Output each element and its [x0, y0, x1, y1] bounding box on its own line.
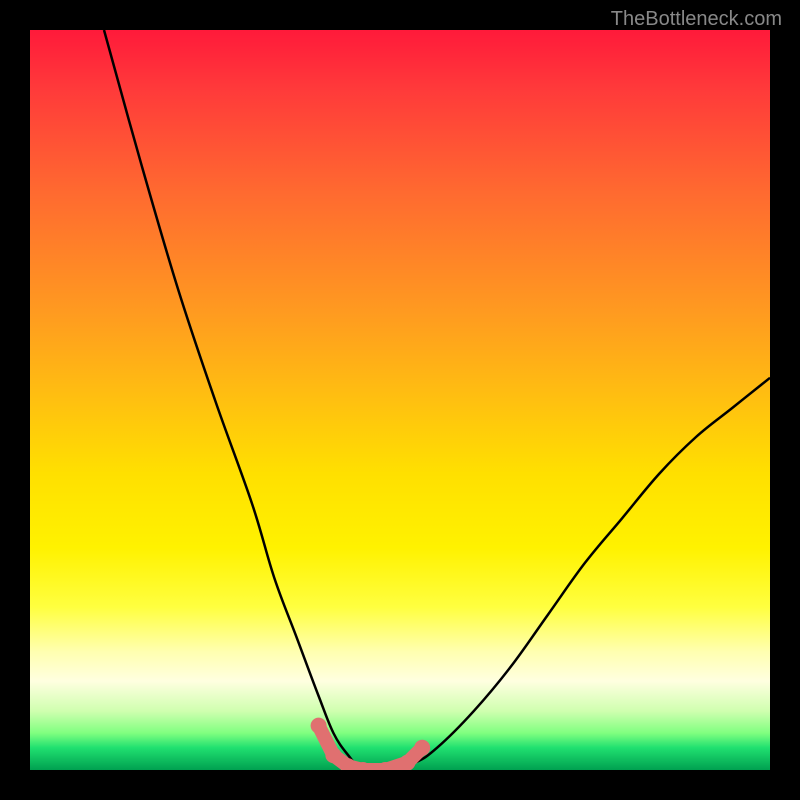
plot-area — [30, 30, 770, 770]
watermark-text: TheBottleneck.com — [611, 8, 782, 31]
curve-layer — [30, 30, 770, 770]
highlight-dot — [325, 747, 341, 763]
highlight-dot — [399, 755, 415, 770]
bottleneck-curve-path — [104, 30, 770, 770]
highlight-dot — [414, 740, 430, 756]
highlight-dot — [311, 718, 327, 734]
